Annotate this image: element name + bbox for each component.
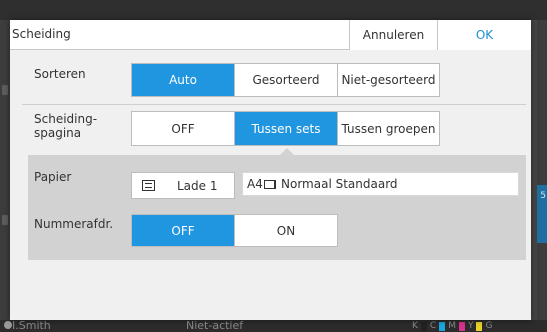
toner-label-c: C [429, 321, 437, 331]
sorteren-option-niet-gesorteerd[interactable]: Niet-gesorteerd [338, 64, 439, 96]
background-header [0, 0, 547, 20]
paper-orientation-icon [264, 180, 276, 189]
toner-m-swatch [458, 321, 465, 331]
nummerafdr-selector: OFF ON [131, 214, 338, 247]
toner-label-k: K [412, 321, 418, 331]
tray-select-button[interactable]: Lade 1 [131, 172, 235, 199]
scheiding-dialog: Scheiding Annuleren OK Sorteren Auto Ges… [10, 20, 531, 320]
toner-label-g: G [485, 321, 493, 331]
background-right-strip: 5 [537, 20, 547, 320]
section-divider [22, 104, 526, 105]
background-side-number: 5 [540, 191, 546, 201]
nummerafdr-label: Nummerafdr. [34, 217, 114, 231]
scheidingspagina-selector: OFF Tussen sets Tussen groepen [131, 111, 440, 146]
background-left-mark [2, 85, 8, 95]
toner-y-swatch [476, 321, 483, 331]
selection-pointer [280, 148, 294, 155]
tray-label: Lade 1 [177, 179, 218, 193]
sorteren-label: Sorteren [34, 67, 86, 81]
paper-info-field: A4 Normaal Standaard [242, 172, 519, 196]
toner-label-y: Y [467, 321, 474, 331]
sorteren-selector: Auto Gesorteerd Niet-gesorteerd [131, 63, 440, 97]
ok-button[interactable]: OK [437, 20, 531, 50]
cancel-button[interactable]: Annuleren [349, 20, 437, 50]
background-user-name: I.Smith [12, 319, 51, 332]
sorteren-option-auto[interactable]: Auto [132, 64, 235, 96]
nummerafdr-option-on[interactable]: ON [235, 215, 337, 246]
tray-icon [142, 180, 155, 191]
paper-type: Normaal Standaard [281, 177, 398, 191]
toner-indicators: K C M Y G [412, 321, 492, 331]
toner-k-swatch [420, 321, 427, 331]
background-status-text: Niet-actief [186, 319, 244, 332]
background-left-mark [2, 215, 8, 225]
dialog-header: Scheiding Annuleren OK [10, 20, 531, 50]
toner-c-swatch [439, 321, 446, 331]
sorteren-option-gesorteerd[interactable]: Gesorteerd [235, 64, 338, 96]
scheidingspagina-label-line1: Scheiding- [34, 112, 98, 126]
scheidingspagina-option-tussen-sets[interactable]: Tussen sets [235, 112, 338, 145]
paper-size: A4 [247, 177, 263, 191]
dialog-title: Scheiding [12, 27, 71, 41]
papier-label: Papier [34, 170, 72, 184]
nummerafdr-option-off[interactable]: OFF [132, 215, 235, 246]
scheidingspagina-option-tussen-groepen[interactable]: Tussen groepen [338, 112, 439, 145]
toner-label-m: M [448, 321, 456, 331]
scheidingspagina-option-off[interactable]: OFF [132, 112, 235, 145]
background-status-bar: I.Smith Niet-actief K C M Y G [0, 319, 547, 332]
scheidingspagina-label-line2: spagina [34, 126, 82, 140]
user-icon [4, 321, 12, 329]
background-left-strip [0, 20, 10, 320]
